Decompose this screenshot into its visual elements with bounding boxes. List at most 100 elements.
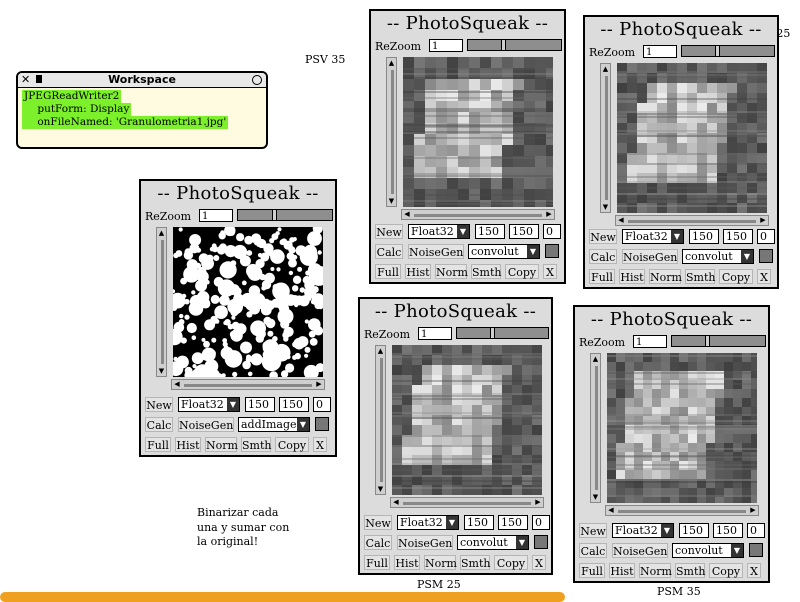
menu-icon[interactable] (36, 75, 42, 83)
zoom-input[interactable]: 1 (633, 335, 667, 348)
zoom-slider[interactable] (671, 335, 766, 347)
scroll-up-icon[interactable]: ▲ (387, 58, 396, 68)
rezoom-button[interactable]: ReZoom (364, 328, 410, 341)
scroll-right-icon[interactable]: ▶ (748, 506, 758, 515)
rezoom-button[interactable]: ReZoom (579, 336, 625, 349)
extra-field[interactable]: 0 (532, 515, 550, 530)
type-select[interactable]: Float32 ▼ (622, 229, 684, 244)
scroll-up-icon[interactable]: ▲ (376, 346, 385, 356)
horizontal-scrollbar[interactable]: ◀ ▶ (605, 505, 759, 516)
new-button[interactable]: New (145, 397, 173, 412)
operation-select[interactable]: convolut ▼ (468, 244, 540, 259)
workspace-text-area[interactable]: JPEGReadWriter2 putForm: Display onFileN… (18, 88, 266, 131)
scroll-left-icon[interactable]: ◀ (402, 210, 412, 219)
horizontal-scrollbar[interactable]: ◀ ▶ (390, 497, 544, 508)
window-title[interactable]: -- PhotoSqueak -- (585, 19, 777, 40)
extra-field[interactable]: 0 (543, 224, 561, 239)
vertical-scrollbar[interactable]: ▲ ▼ (375, 345, 386, 495)
height-field[interactable]: 150 (498, 515, 528, 530)
type-select[interactable]: Float32 ▼ (397, 515, 459, 530)
scroll-up-icon[interactable]: ▲ (591, 354, 600, 364)
close-x-button[interactable]: X (543, 264, 557, 279)
noisegen-button[interactable]: NoiseGen (622, 249, 678, 264)
color-swatch[interactable] (759, 249, 773, 263)
smth-button[interactable]: Smth (685, 269, 715, 284)
scroll-down-icon[interactable]: ▼ (157, 366, 166, 376)
rezoom-button[interactable]: ReZoom (375, 40, 421, 53)
new-button[interactable]: New (579, 523, 607, 538)
color-swatch[interactable] (545, 244, 559, 258)
operation-select[interactable]: addImage ▼ (238, 417, 310, 432)
hist-button[interactable]: Hist (609, 563, 635, 578)
close-x-button[interactable]: X (532, 555, 546, 570)
slider-knob[interactable] (705, 335, 710, 347)
close-x-button[interactable]: X (313, 437, 327, 452)
scroll-right-icon[interactable]: ▶ (314, 380, 324, 389)
image-canvas[interactable] (403, 57, 553, 207)
rezoom-button[interactable]: ReZoom (589, 46, 635, 59)
color-swatch[interactable] (749, 543, 763, 557)
smth-button[interactable]: Smth (675, 563, 705, 578)
height-field[interactable]: 150 (713, 523, 743, 538)
calc-button[interactable]: Calc (364, 535, 392, 550)
window-title[interactable]: -- PhotoSqueak -- (360, 301, 551, 322)
image-canvas[interactable] (617, 63, 767, 213)
calc-button[interactable]: Calc (145, 417, 173, 432)
zoom-slider[interactable] (237, 209, 333, 221)
scroll-left-icon[interactable]: ◀ (391, 498, 401, 507)
window-title[interactable]: -- PhotoSqueak -- (575, 309, 768, 330)
vertical-scrollbar[interactable]: ▲ ▼ (386, 57, 397, 207)
rezoom-button[interactable]: ReZoom (145, 210, 191, 223)
width-field[interactable]: 150 (689, 229, 719, 244)
calc-button[interactable]: Calc (375, 244, 403, 259)
full-button[interactable]: Full (579, 563, 605, 578)
slider-knob[interactable] (272, 209, 277, 221)
type-select[interactable]: Float32 ▼ (612, 523, 674, 538)
copy-button[interactable]: Copy (494, 555, 528, 570)
window-title[interactable]: -- PhotoSqueak -- (371, 13, 564, 34)
scroll-up-icon[interactable]: ▲ (601, 64, 610, 74)
noisegen-button[interactable]: NoiseGen (397, 535, 453, 550)
scroll-left-icon[interactable]: ◀ (606, 506, 616, 515)
copy-button[interactable]: Copy (275, 437, 309, 452)
hist-button[interactable]: Hist (405, 264, 431, 279)
close-x-button[interactable]: X (747, 563, 761, 578)
zoom-input[interactable]: 1 (199, 209, 233, 222)
horizontal-scrollbar[interactable]: ◀ ▶ (171, 379, 325, 390)
new-button[interactable]: New (589, 229, 617, 244)
slider-knob[interactable] (715, 45, 720, 57)
vertical-scrollbar[interactable]: ▲ ▼ (156, 227, 167, 377)
zoom-input[interactable]: 1 (643, 45, 677, 58)
new-button[interactable]: New (364, 515, 392, 530)
scroll-left-icon[interactable]: ◀ (172, 380, 182, 389)
color-swatch[interactable] (534, 535, 548, 549)
smth-button[interactable]: Smth (460, 555, 490, 570)
smth-button[interactable]: Smth (241, 437, 271, 452)
scroll-left-icon[interactable]: ◀ (616, 216, 626, 225)
noisegen-button[interactable]: NoiseGen (408, 244, 464, 259)
scroll-right-icon[interactable]: ▶ (533, 498, 543, 507)
width-field[interactable]: 150 (464, 515, 494, 530)
width-field[interactable]: 150 (245, 397, 275, 412)
width-field[interactable]: 150 (679, 523, 709, 538)
copy-button[interactable]: Copy (719, 269, 753, 284)
type-select[interactable]: Float32 ▼ (178, 397, 240, 412)
copy-button[interactable]: Copy (709, 563, 743, 578)
norm-button[interactable]: Norm (639, 563, 672, 578)
operation-select[interactable]: convolut ▼ (682, 249, 754, 264)
norm-button[interactable]: Norm (649, 269, 682, 284)
hist-button[interactable]: Hist (619, 269, 645, 284)
operation-select[interactable]: convolut ▼ (457, 535, 529, 550)
norm-button[interactable]: Norm (435, 264, 468, 279)
extra-field[interactable]: 0 (313, 397, 331, 412)
scroll-right-icon[interactable]: ▶ (544, 210, 554, 219)
zoom-slider[interactable] (467, 39, 562, 51)
copy-button[interactable]: Copy (505, 264, 539, 279)
noisegen-button[interactable]: NoiseGen (178, 417, 234, 432)
scroll-right-icon[interactable]: ▶ (758, 216, 768, 225)
extra-field[interactable]: 0 (747, 523, 765, 538)
image-canvas[interactable] (607, 353, 757, 503)
width-field[interactable]: 150 (475, 224, 505, 239)
slider-knob[interactable] (501, 39, 506, 51)
hist-button[interactable]: Hist (175, 437, 201, 452)
